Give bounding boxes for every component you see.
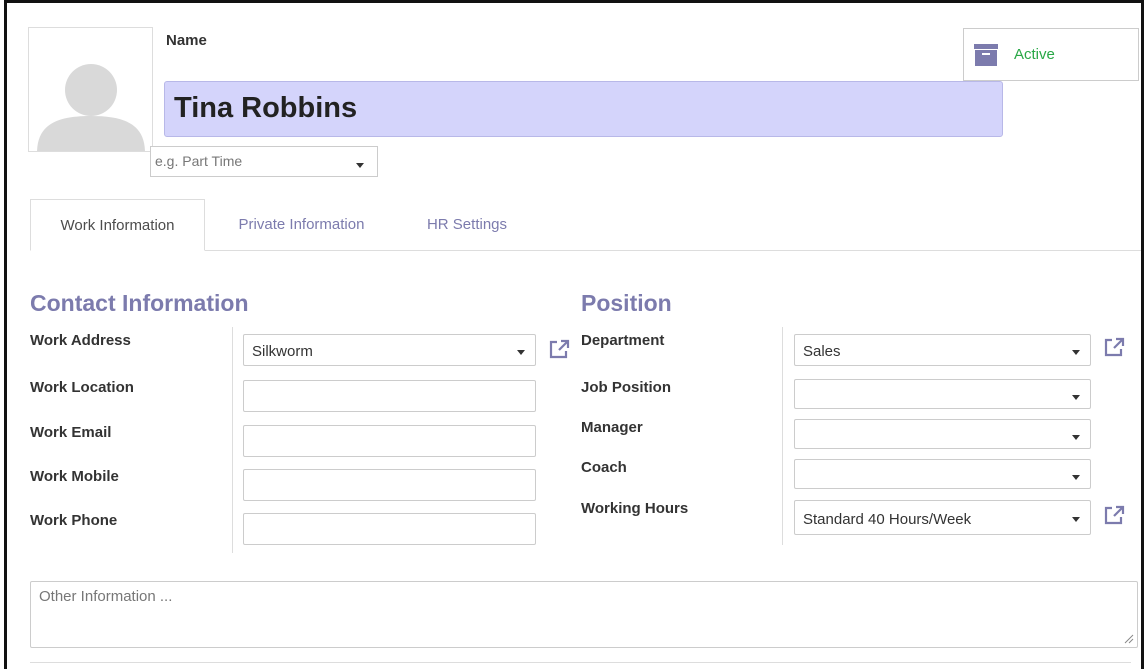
position-title: Position (581, 290, 672, 316)
resize-handle-icon[interactable] (1124, 634, 1134, 644)
job-position-select[interactable] (794, 379, 1091, 409)
employee-avatar[interactable] (28, 27, 153, 152)
tab-private-information[interactable]: Private Information (210, 199, 393, 251)
work-mobile-input[interactable] (243, 469, 536, 501)
work-location-input[interactable] (243, 380, 536, 412)
active-status-label: Active (1014, 46, 1055, 63)
department-select[interactable]: Sales (794, 334, 1091, 366)
contact-divider (232, 327, 233, 553)
work-address-select[interactable]: Silkworm (243, 334, 536, 366)
other-information-textarea[interactable]: Other Information ... (30, 581, 1138, 648)
name-label: Name (166, 32, 207, 49)
work-email-label: Work Email (30, 424, 112, 441)
manager-label: Manager (581, 419, 643, 436)
job-position-label: Job Position (581, 379, 671, 396)
chevron-down-icon (1072, 517, 1080, 522)
external-link-icon[interactable] (1103, 505, 1125, 525)
external-link-icon[interactable] (548, 339, 570, 359)
tab-hr-settings[interactable]: HR Settings (404, 199, 530, 251)
chevron-down-icon (517, 350, 525, 355)
tab-work-information[interactable]: Work Information (30, 199, 205, 251)
chevron-down-icon (1072, 350, 1080, 355)
chevron-down-icon (1072, 435, 1080, 440)
employee-form: Name Tina Robbins Active e.g. Part Time … (4, 0, 1144, 669)
work-location-label: Work Location (30, 379, 134, 396)
tab-label: Work Information (60, 217, 175, 234)
work-email-input[interactable] (243, 425, 536, 457)
tags-placeholder: e.g. Part Time (155, 153, 243, 169)
chevron-down-icon (356, 163, 364, 168)
work-address-value: Silkworm (252, 343, 313, 360)
department-label: Department (581, 332, 665, 349)
work-phone-label: Work Phone (30, 512, 118, 529)
manager-select[interactable] (794, 419, 1091, 449)
work-mobile-label: Work Mobile (30, 468, 119, 485)
bottom-divider (30, 662, 1131, 663)
employee-name-input[interactable]: Tina Robbins (164, 81, 1003, 137)
tab-label: HR Settings (426, 216, 508, 233)
tab-label: Private Information (238, 216, 365, 233)
coach-select[interactable] (794, 459, 1091, 489)
position-divider (782, 327, 783, 545)
avatar-placeholder-icon (29, 28, 152, 151)
contact-information-title: Contact Information (30, 290, 249, 316)
working-hours-select[interactable]: Standard 40 Hours/Week (794, 500, 1091, 535)
chevron-down-icon (1072, 395, 1080, 400)
archive-icon (974, 44, 998, 66)
work-phone-input[interactable] (243, 513, 536, 545)
coach-label: Coach (581, 459, 627, 476)
active-toggle-button[interactable]: Active (963, 28, 1139, 81)
external-link-icon[interactable] (1103, 337, 1125, 357)
chevron-down-icon (1072, 475, 1080, 480)
working-hours-value: Standard 40 Hours/Week (803, 511, 972, 528)
tags-select[interactable]: e.g. Part Time (150, 146, 378, 177)
notes-placeholder: Other Information ... (39, 588, 173, 605)
work-address-label: Work Address (30, 332, 131, 349)
working-hours-label: Working Hours (581, 500, 689, 517)
department-value: Sales (803, 343, 841, 360)
